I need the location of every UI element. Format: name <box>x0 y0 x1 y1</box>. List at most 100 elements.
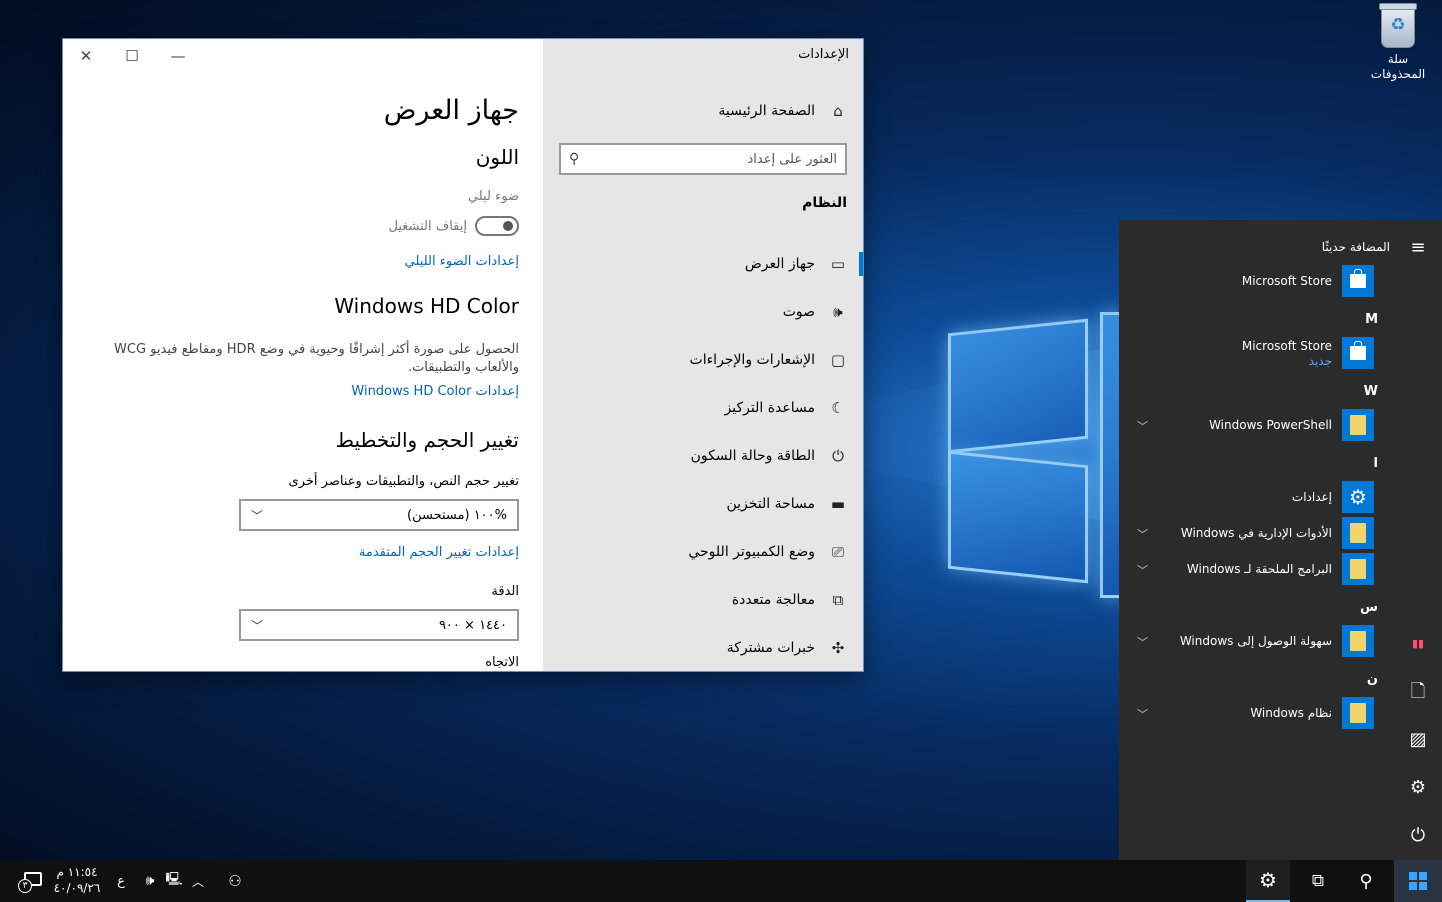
nav-item-multitasking[interactable]: ⧉ معالجة متعددة <box>557 586 847 614</box>
nav-item-label: صوت <box>782 304 815 320</box>
clock-time: ١١:٥٤ م <box>56 865 98 879</box>
new-badge: جديد <box>1308 353 1332 368</box>
power-icon[interactable]: ⏻ <box>1404 822 1432 850</box>
app-label: Microsoft Store <box>1241 338 1332 353</box>
search-icon[interactable]: ⚲ <box>1346 860 1386 902</box>
pictures-icon[interactable]: ▨ <box>1404 726 1432 754</box>
wallpaper-pane <box>948 450 1088 584</box>
folder-icon <box>1342 517 1374 549</box>
start-app-item[interactable]: البرامج الملحقة لـ Windows <box>1134 552 1374 586</box>
gear-icon: ⚙ <box>1342 481 1374 513</box>
task-view-icon[interactable]: ⧉ <box>1298 860 1338 902</box>
start-button[interactable] <box>1394 860 1442 902</box>
chevron-down-icon: ﹀ <box>251 508 264 523</box>
night-light-label: ضوء ليلي <box>467 189 519 204</box>
night-light-toggle[interactable] <box>475 216 519 236</box>
clock[interactable]: ١١:٥٤ م ٤٠/٠٩/٢٦ <box>52 864 102 896</box>
folder-icon <box>1342 553 1374 585</box>
orientation-label: الاتجاه <box>485 655 519 670</box>
wallpaper-pane <box>948 318 1088 454</box>
document-icon[interactable]: 🗋 <box>1404 678 1432 706</box>
nav-section-system: النظام <box>802 195 847 211</box>
chevron-down-icon[interactable]: ﹀ <box>1137 418 1148 434</box>
hdr-settings-link[interactable]: إعدادات Windows HD Color <box>351 384 519 399</box>
nav-item-label: وضع الكمبيوتر اللوحي <box>688 544 815 560</box>
shared-icon: ✣ <box>831 639 845 657</box>
user-badge-icon[interactable]: ▮▮ <box>1404 630 1432 658</box>
nav-item-tablet-mode[interactable]: ⎚ وضع الكمبيوتر اللوحي <box>557 538 847 566</box>
monitor-icon: ▭ <box>830 255 846 273</box>
letter-header[interactable]: س <box>1360 600 1378 615</box>
multitask-icon: ⧉ <box>832 591 844 609</box>
start-app-item[interactable]: سهولة الوصول إلى Windows <box>1134 624 1374 658</box>
nav-item-focus-assist[interactable]: ☾ مساعدة التركيز <box>557 394 847 422</box>
nav-item-label: جهاز العرض <box>744 256 815 272</box>
letter-header[interactable]: M <box>1365 312 1378 327</box>
nav-item-shared-experiences[interactable]: ✣ خبرات مشتركة <box>557 634 847 662</box>
settings-icon[interactable]: ⚙ <box>1404 774 1432 802</box>
start-rail: ≡ ▮▮ 🗋 ▨ ⚙ ⏻ <box>1394 220 1442 860</box>
network-icon[interactable]: 🖳 <box>164 860 184 902</box>
night-light-settings-link[interactable]: إعدادات الضوء الليلي <box>405 254 519 269</box>
store-icon <box>1342 265 1374 297</box>
scale-heading: تغيير الحجم والتخطيط <box>335 428 520 452</box>
store-icon <box>1342 337 1374 369</box>
letter-header[interactable]: ا <box>1374 456 1378 471</box>
language-indicator[interactable]: ع <box>112 860 130 902</box>
action-center-button[interactable]: ٣ <box>18 870 44 893</box>
scale-dropdown[interactable]: %١٠٠ (مستحسن) ﹀ <box>239 499 519 531</box>
recently-added-header: المضافة حديثًا <box>1321 240 1390 254</box>
letter-header[interactable]: ن <box>1367 672 1378 687</box>
notification-icon: ▢ <box>830 351 846 369</box>
chevron-down-icon[interactable]: ﹀ <box>1137 706 1148 722</box>
resolution-label: الدقة <box>491 584 519 599</box>
recycle-bin-label: سلة المحذوفات <box>1370 52 1426 81</box>
windows-logo-icon <box>1409 872 1427 890</box>
chevron-up-icon[interactable]: ︿ <box>190 860 206 902</box>
start-app-item[interactable]: Microsoft Store <box>1134 264 1374 298</box>
nav-home[interactable]: ⌂ الصفحة الرئيسية <box>557 99 847 123</box>
settings-taskbar-icon[interactable]: ⚙ <box>1246 860 1290 902</box>
search-icon: ⚲ <box>569 151 580 167</box>
chevron-down-icon[interactable]: ﹀ <box>1137 562 1148 578</box>
volume-icon[interactable]: 🕪 <box>140 860 160 902</box>
letter-header[interactable]: W <box>1364 384 1378 399</box>
folder-icon <box>1342 409 1374 441</box>
nav-item-label: الطاقة وحالة السكون <box>690 448 815 464</box>
menu-icon[interactable]: ≡ <box>1404 234 1432 262</box>
chevron-down-icon: ﹀ <box>251 618 264 633</box>
app-label: Microsoft Store <box>1241 274 1332 288</box>
night-light-state: إيقاف التشغيل <box>388 219 467 234</box>
app-title: الإعدادات <box>798 47 849 62</box>
home-icon: ⌂ <box>833 102 843 120</box>
nav-item-storage[interactable]: ▬ مساحة التخزين <box>557 490 847 518</box>
recycle-bin[interactable]: سلة المحذوفات <box>1366 3 1430 82</box>
people-icon[interactable]: ⚇ <box>224 860 246 902</box>
chevron-down-icon[interactable]: ﹀ <box>1137 634 1148 650</box>
notification-count: ٣ <box>18 879 32 893</box>
search-placeholder: العثور على إعداد <box>747 151 837 167</box>
taskbar: ⚲ ⧉ ⚙ ⚇ ︿ 🖳 🕪 ع ١١:٥٤ م ٤٠/٠٩/٢٦ ٣ <box>0 860 1442 902</box>
nav-item-notifications[interactable]: ▢ الإشعارات والإجراءات <box>557 346 847 374</box>
nav-item-sound[interactable]: 🕪 صوت <box>557 298 847 326</box>
settings-nav: الإعدادات ⌂ الصفحة الرئيسية العثور على إ… <box>543 39 863 671</box>
tablet-icon: ⎚ <box>832 543 845 561</box>
app-label: الأدوات الإدارية في Windows <box>1180 526 1332 540</box>
settings-window: ✕ ☐ — جهاز العرض اللون ضوء ليلي إيقاف ال… <box>63 39 863 671</box>
chevron-down-icon[interactable]: ﹀ <box>1137 526 1148 542</box>
page-title: جهاز العرض <box>383 95 519 126</box>
start-app-item[interactable]: Microsoft Store جديد <box>1134 336 1374 370</box>
start-app-item[interactable]: الأدوات الإدارية في Windows <box>1134 516 1374 550</box>
nav-item-power[interactable]: ⏻ الطاقة وحالة السكون <box>557 442 847 470</box>
nav-item-display[interactable]: ▭ جهاز العرض <box>557 250 863 278</box>
color-heading: اللون <box>475 145 519 169</box>
advanced-scaling-link[interactable]: إعدادات تغيير الحجم المتقدمة <box>359 545 519 560</box>
speaker-icon: 🕪 <box>833 303 843 321</box>
app-label: إعدادات <box>1291 490 1332 504</box>
settings-search-input[interactable]: العثور على إعداد ⚲ <box>559 143 847 175</box>
start-app-item[interactable]: نظام Windows <box>1134 696 1374 730</box>
resolution-dropdown[interactable]: ١٤٤٠ × ٩٠٠ ﹀ <box>239 609 519 641</box>
start-app-item[interactable]: ⚙ إعدادات <box>1134 480 1374 514</box>
start-app-item[interactable]: Windows PowerShell <box>1134 408 1374 442</box>
start-menu: ≡ ▮▮ 🗋 ▨ ⚙ ⏻ المضافة حديثًا Microsoft St… <box>1119 220 1442 860</box>
